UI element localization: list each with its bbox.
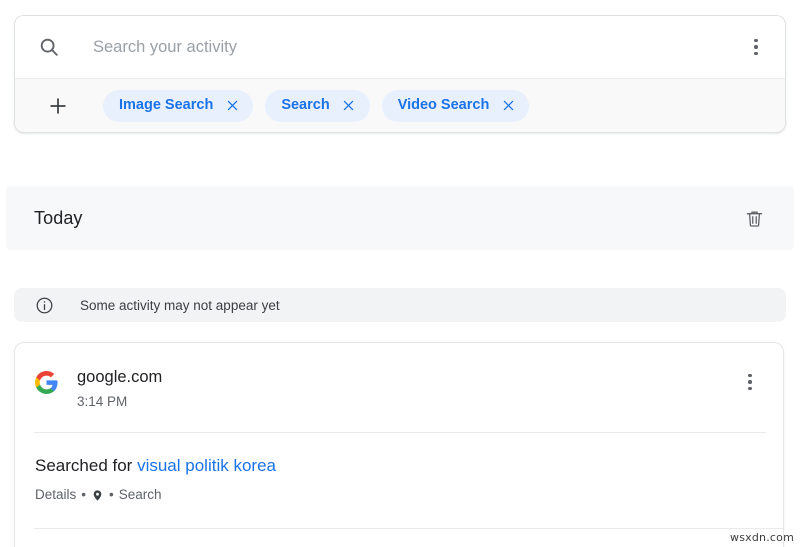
activity-site-name: google.com: [77, 367, 735, 387]
activity-card-divider: [34, 432, 766, 433]
google-g-icon: [33, 369, 59, 395]
watermark: wsxdn.com: [730, 531, 794, 544]
activity-card-body: Searched for visual politik korea Detail…: [35, 455, 763, 504]
info-icon: [34, 295, 54, 315]
more-vertical-icon-dot: [748, 380, 752, 384]
activity-card-bottom-divider: [34, 528, 784, 529]
search-icon: [37, 35, 61, 59]
filter-chip-label: Search: [281, 98, 329, 113]
activity-item-card: google.com 3:14 PM Searched for visual p…: [14, 342, 784, 547]
activity-timestamp: 3:14 PM: [77, 394, 735, 410]
activity-search-card: Image Search Search Video Search: [14, 15, 786, 133]
close-icon[interactable]: [342, 99, 356, 113]
filter-chip-label: Image Search: [119, 98, 213, 113]
more-vertical-icon-dot: [754, 39, 758, 43]
add-filter-button[interactable]: [45, 93, 71, 119]
activity-action-prefix: Searched for: [35, 456, 132, 475]
day-group-title: Today: [34, 208, 738, 229]
activity-notice-banner: Some activity may not appear yet: [14, 288, 786, 322]
day-group-header: Today: [6, 186, 794, 250]
filter-chip-label: Video Search: [398, 98, 490, 113]
filter-chip-image-search[interactable]: Image Search: [103, 90, 253, 122]
search-input[interactable]: [93, 38, 741, 57]
activity-details-link[interactable]: Details: [35, 486, 76, 504]
search-more-options-button[interactable]: [741, 32, 771, 62]
activity-meta-row: Details • • Search: [35, 486, 763, 504]
filter-chips-row: Image Search Search Video Search: [15, 78, 785, 132]
activity-more-options-button[interactable]: [735, 367, 765, 397]
more-vertical-icon-dot: [748, 387, 752, 391]
close-icon[interactable]: [225, 99, 239, 113]
activity-notice-text: Some activity may not appear yet: [80, 298, 280, 313]
more-vertical-icon-dot: [754, 45, 758, 49]
activity-action-line: Searched for visual politik korea: [35, 455, 763, 477]
close-icon[interactable]: [501, 99, 515, 113]
more-vertical-icon-dot: [748, 374, 752, 378]
activity-query-link[interactable]: visual politik korea: [137, 456, 276, 475]
meta-separator: •: [109, 486, 114, 504]
meta-separator: •: [81, 486, 86, 504]
trash-icon[interactable]: [738, 202, 770, 234]
search-bar: [15, 16, 785, 78]
activity-type-label: Search: [119, 486, 162, 504]
location-pin-icon: [91, 489, 104, 502]
filter-chip-search[interactable]: Search: [265, 90, 369, 122]
filter-chip-video-search[interactable]: Video Search: [382, 90, 530, 122]
activity-card-header: google.com 3:14 PM: [15, 343, 783, 410]
more-vertical-icon-dot: [754, 52, 758, 56]
activity-site-info: google.com 3:14 PM: [77, 367, 735, 410]
